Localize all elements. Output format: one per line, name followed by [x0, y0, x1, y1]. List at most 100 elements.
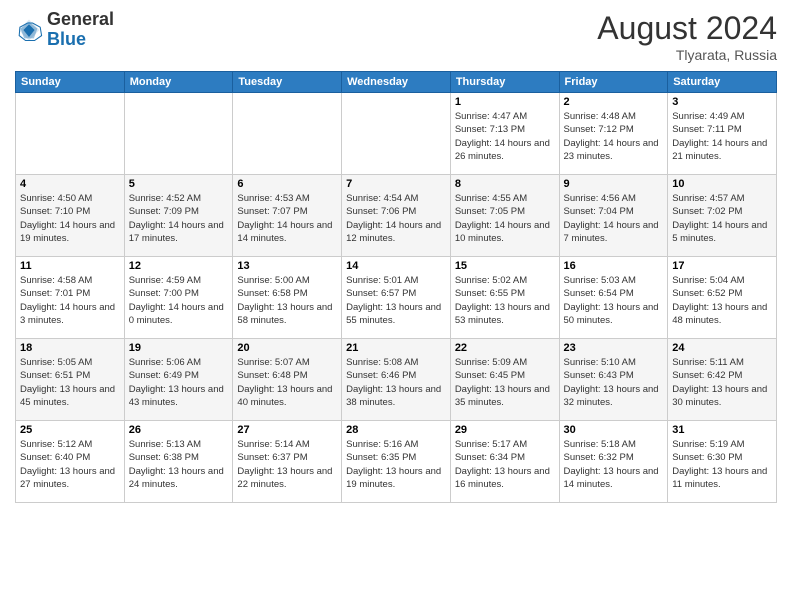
day-info: Sunrise: 5:06 AMSunset: 6:49 PMDaylight:…	[129, 356, 229, 409]
table-row: 1 Sunrise: 4:47 AMSunset: 7:13 PMDaylight…	[450, 93, 559, 175]
day-number: 25	[20, 424, 120, 436]
col-sunday: Sunday	[16, 72, 125, 93]
col-tuesday: Tuesday	[233, 72, 342, 93]
day-number: 1	[455, 96, 555, 108]
table-row: 28 Sunrise: 5:16 AMSunset: 6:35 PMDayligh…	[342, 421, 451, 503]
day-number: 31	[672, 424, 772, 436]
table-row: 3 Sunrise: 4:49 AMSunset: 7:11 PMDaylight…	[668, 93, 777, 175]
day-number: 28	[346, 424, 446, 436]
col-saturday: Saturday	[668, 72, 777, 93]
day-info: Sunrise: 4:49 AMSunset: 7:11 PMDaylight:…	[672, 110, 772, 163]
table-row: 29 Sunrise: 5:17 AMSunset: 6:34 PMDayligh…	[450, 421, 559, 503]
table-row: 26 Sunrise: 5:13 AMSunset: 6:38 PMDayligh…	[124, 421, 233, 503]
day-number: 24	[672, 342, 772, 354]
table-row: 6 Sunrise: 4:53 AMSunset: 7:07 PMDaylight…	[233, 175, 342, 257]
col-thursday: Thursday	[450, 72, 559, 93]
calendar-week-row: 18Sunrise: 5:05 AMSunset: 6:51 PMDayligh…	[16, 339, 777, 421]
day-number: 14	[346, 260, 446, 272]
logo: General Blue	[15, 10, 114, 50]
table-row: 10Sunrise: 4:57 AMSunset: 7:02 PMDayligh…	[668, 175, 777, 257]
day-info: Sunrise: 5:00 AMSunset: 6:58 PMDaylight:…	[237, 274, 337, 327]
calendar-header-row: Sunday Monday Tuesday Wednesday Thursday…	[16, 72, 777, 93]
day-info: Sunrise: 4:47 AMSunset: 7:13 PMDaylight:…	[455, 110, 555, 163]
col-monday: Monday	[124, 72, 233, 93]
day-info: Sunrise: 5:04 AMSunset: 6:52 PMDaylight:…	[672, 274, 772, 327]
title-block: August 2024 Tlyarata, Russia	[597, 10, 777, 63]
day-number: 29	[455, 424, 555, 436]
day-info: Sunrise: 4:54 AMSunset: 7:06 PMDaylight:…	[346, 192, 446, 245]
day-number: 6	[237, 178, 337, 190]
table-row: 22 Sunrise: 5:09 AMSunset: 6:45 PMDayligh…	[450, 339, 559, 421]
table-row: 5 Sunrise: 4:52 AMSunset: 7:09 PMDaylight…	[124, 175, 233, 257]
day-number: 20	[237, 342, 337, 354]
table-row: 31Sunrise: 5:19 AMSunset: 6:30 PMDayligh…	[668, 421, 777, 503]
location: Tlyarata, Russia	[597, 47, 777, 63]
table-row	[233, 93, 342, 175]
day-number: 22	[455, 342, 555, 354]
table-row: 24 Sunrise: 5:11 AMSunset: 6:42 PMDayligh…	[668, 339, 777, 421]
calendar-week-row: 25 Sunrise: 5:12 AMSunset: 6:40 PMDayligh…	[16, 421, 777, 503]
day-number: 23	[564, 342, 664, 354]
day-number: 19	[129, 342, 229, 354]
day-number: 13	[237, 260, 337, 272]
table-row: 14 Sunrise: 5:01 AMSunset: 6:57 PMDayligh…	[342, 257, 451, 339]
calendar-week-row: 1 Sunrise: 4:47 AMSunset: 7:13 PMDaylight…	[16, 93, 777, 175]
day-info: Sunrise: 5:14 AMSunset: 6:37 PMDaylight:…	[237, 438, 337, 491]
col-friday: Friday	[559, 72, 668, 93]
table-row: 11 Sunrise: 4:58 AMSunset: 7:01 PMDayligh…	[16, 257, 125, 339]
table-row: 4Sunrise: 4:50 AMSunset: 7:10 PMDaylight…	[16, 175, 125, 257]
day-number: 18	[20, 342, 120, 354]
day-number: 12	[129, 260, 229, 272]
table-row: 19 Sunrise: 5:06 AMSunset: 6:49 PMDayligh…	[124, 339, 233, 421]
day-number: 16	[564, 260, 664, 272]
table-row: 23Sunrise: 5:10 AMSunset: 6:43 PMDayligh…	[559, 339, 668, 421]
day-number: 8	[455, 178, 555, 190]
day-number: 15	[455, 260, 555, 272]
day-info: Sunrise: 4:48 AMSunset: 7:12 PMDaylight:…	[564, 110, 664, 163]
table-row: 7 Sunrise: 4:54 AMSunset: 7:06 PMDaylight…	[342, 175, 451, 257]
table-row: 18Sunrise: 5:05 AMSunset: 6:51 PMDayligh…	[16, 339, 125, 421]
month-title: August 2024	[597, 10, 777, 47]
day-info: Sunrise: 5:17 AMSunset: 6:34 PMDaylight:…	[455, 438, 555, 491]
day-info: Sunrise: 5:16 AMSunset: 6:35 PMDaylight:…	[346, 438, 446, 491]
table-row: 12Sunrise: 4:59 AMSunset: 7:00 PMDayligh…	[124, 257, 233, 339]
day-info: Sunrise: 4:55 AMSunset: 7:05 PMDaylight:…	[455, 192, 555, 245]
table-row: 17Sunrise: 5:04 AMSunset: 6:52 PMDayligh…	[668, 257, 777, 339]
day-info: Sunrise: 5:09 AMSunset: 6:45 PMDaylight:…	[455, 356, 555, 409]
calendar-week-row: 4Sunrise: 4:50 AMSunset: 7:10 PMDaylight…	[16, 175, 777, 257]
table-row: 2Sunrise: 4:48 AMSunset: 7:12 PMDaylight…	[559, 93, 668, 175]
day-info: Sunrise: 5:13 AMSunset: 6:38 PMDaylight:…	[129, 438, 229, 491]
day-number: 3	[672, 96, 772, 108]
day-info: Sunrise: 4:57 AMSunset: 7:02 PMDaylight:…	[672, 192, 772, 245]
day-info: Sunrise: 4:58 AMSunset: 7:01 PMDaylight:…	[20, 274, 120, 327]
day-info: Sunrise: 5:11 AMSunset: 6:42 PMDaylight:…	[672, 356, 772, 409]
day-number: 30	[564, 424, 664, 436]
table-row: 9Sunrise: 4:56 AMSunset: 7:04 PMDaylight…	[559, 175, 668, 257]
day-info: Sunrise: 4:50 AMSunset: 7:10 PMDaylight:…	[20, 192, 120, 245]
table-row: 21Sunrise: 5:08 AMSunset: 6:46 PMDayligh…	[342, 339, 451, 421]
day-number: 11	[20, 260, 120, 272]
logo-text: General Blue	[47, 10, 114, 50]
table-row: 8 Sunrise: 4:55 AMSunset: 7:05 PMDaylight…	[450, 175, 559, 257]
table-row: 13 Sunrise: 5:00 AMSunset: 6:58 PMDayligh…	[233, 257, 342, 339]
day-number: 21	[346, 342, 446, 354]
day-info: Sunrise: 4:56 AMSunset: 7:04 PMDaylight:…	[564, 192, 664, 245]
day-info: Sunrise: 5:01 AMSunset: 6:57 PMDaylight:…	[346, 274, 446, 327]
table-row	[342, 93, 451, 175]
day-info: Sunrise: 5:12 AMSunset: 6:40 PMDaylight:…	[20, 438, 120, 491]
calendar-week-row: 11 Sunrise: 4:58 AMSunset: 7:01 PMDayligh…	[16, 257, 777, 339]
table-row: 20 Sunrise: 5:07 AMSunset: 6:48 PMDayligh…	[233, 339, 342, 421]
table-row: 16Sunrise: 5:03 AMSunset: 6:54 PMDayligh…	[559, 257, 668, 339]
header: General Blue August 2024 Tlyarata, Russi…	[15, 10, 777, 63]
day-number: 5	[129, 178, 229, 190]
day-info: Sunrise: 4:52 AMSunset: 7:09 PMDaylight:…	[129, 192, 229, 245]
day-info: Sunrise: 5:07 AMSunset: 6:48 PMDaylight:…	[237, 356, 337, 409]
logo-icon	[15, 16, 43, 44]
day-number: 26	[129, 424, 229, 436]
table-row: 30Sunrise: 5:18 AMSunset: 6:32 PMDayligh…	[559, 421, 668, 503]
day-info: Sunrise: 5:02 AMSunset: 6:55 PMDaylight:…	[455, 274, 555, 327]
calendar-table: Sunday Monday Tuesday Wednesday Thursday…	[15, 71, 777, 503]
day-number: 7	[346, 178, 446, 190]
day-info: Sunrise: 4:53 AMSunset: 7:07 PMDaylight:…	[237, 192, 337, 245]
table-row: 27Sunrise: 5:14 AMSunset: 6:37 PMDayligh…	[233, 421, 342, 503]
